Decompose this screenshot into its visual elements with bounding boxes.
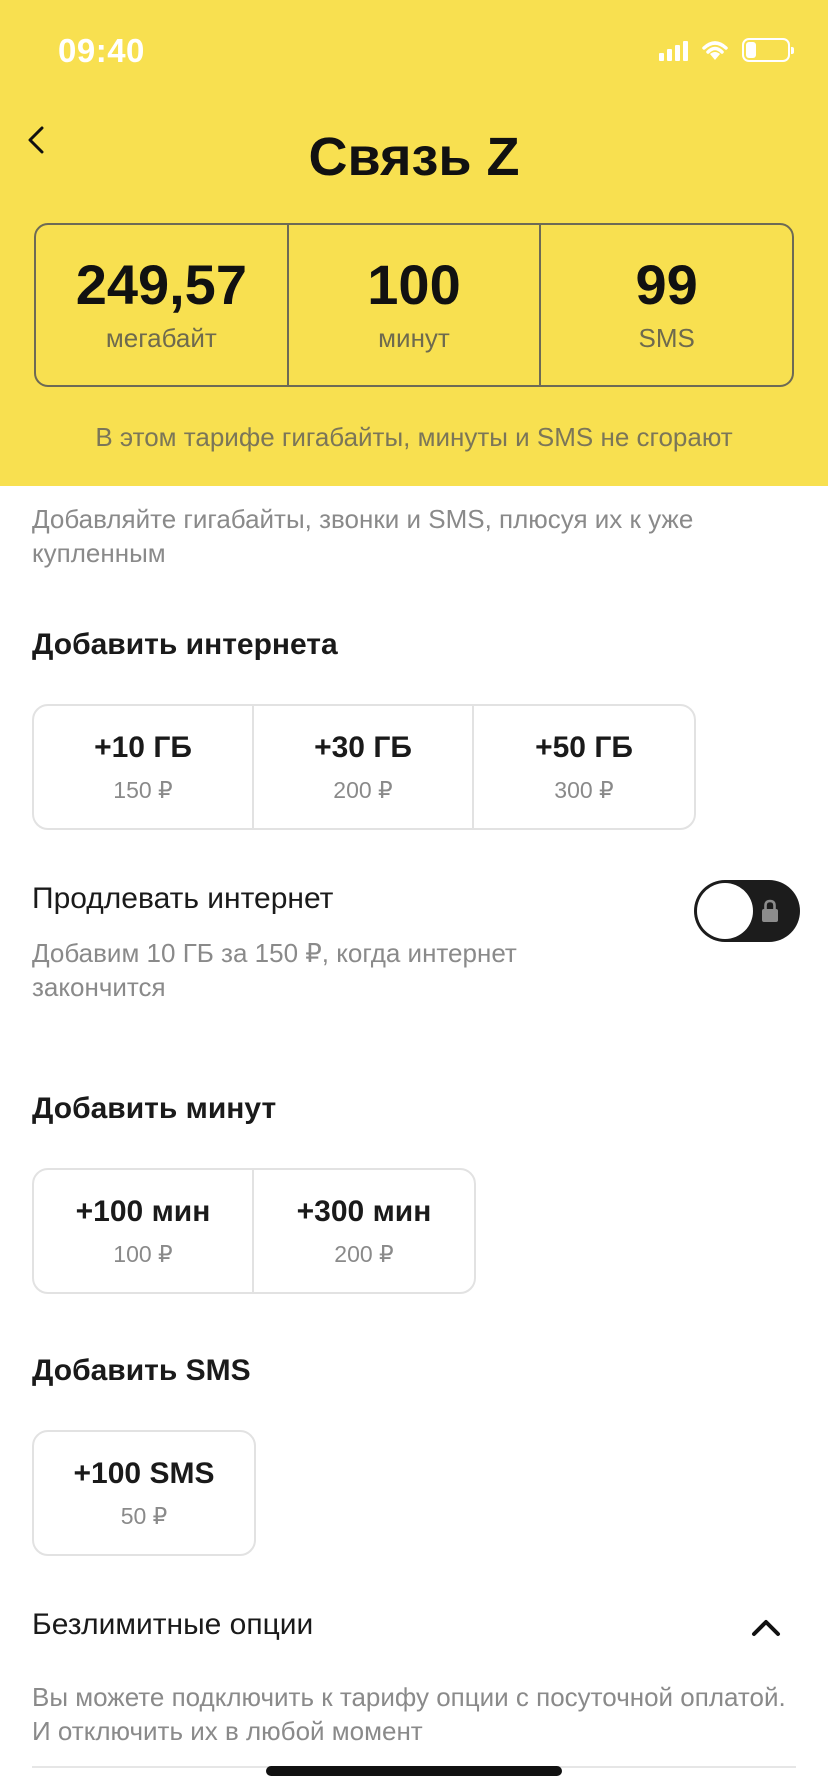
section-title-sms: Добавить SMS: [32, 1354, 251, 1387]
option-internet-10gb[interactable]: +10 ГБ 150 ₽: [34, 706, 254, 828]
section-title-internet: Добавить интернета: [32, 628, 338, 661]
balance-value: 100: [367, 252, 461, 316]
toggle-knob: [697, 883, 753, 939]
option-price: 300 ₽: [554, 776, 614, 803]
option-minutes-100[interactable]: +100 мин 100 ₽: [34, 1170, 254, 1292]
lock-icon: [762, 899, 778, 922]
option-minutes-300[interactable]: +300 мин 200 ₽: [254, 1170, 474, 1292]
balance-value: 99: [635, 252, 698, 316]
option-price: 200 ₽: [334, 1240, 394, 1267]
option-price: 150 ₽: [113, 776, 173, 803]
option-label: +100 SMS: [73, 1456, 215, 1490]
internet-options: +10 ГБ 150 ₽ +30 ГБ 200 ₽ +50 ГБ 300 ₽: [32, 704, 696, 830]
wifi-icon: [702, 41, 728, 60]
option-sms-100[interactable]: +100 SMS 50 ₽: [34, 1432, 254, 1554]
status-time: 09:40: [58, 32, 145, 69]
battery-icon: [742, 38, 794, 62]
status-icons: [659, 36, 794, 64]
balance-unit: SMS: [638, 322, 695, 353]
section-title-minutes: Добавить минут: [32, 1092, 277, 1125]
option-label: +10 ГБ: [94, 730, 192, 764]
home-indicator[interactable]: [266, 1766, 562, 1776]
chevron-up-icon[interactable]: [748, 1612, 784, 1642]
balance-unit: минут: [378, 322, 450, 353]
header-note: В этом тарифе гигабайты, минуты и SMS не…: [95, 422, 733, 452]
unlimited-options-description: Вы можете подключить к тарифу опции с по…: [32, 1682, 786, 1746]
option-price: 200 ₽: [333, 776, 393, 803]
header: 09:40 Связь Z 249,57 мегабайт 100 минут …: [0, 0, 828, 486]
option-price: 50 ₽: [120, 1502, 168, 1529]
balance-minutes: 100 минут: [289, 225, 542, 385]
minutes-options: +100 мин 100 ₽ +300 мин 200 ₽: [32, 1168, 476, 1294]
page-title: Связь Z: [308, 127, 520, 187]
option-label: +50 ГБ: [535, 730, 633, 764]
option-label: +30 ГБ: [314, 730, 412, 764]
option-price: 100 ₽: [113, 1240, 173, 1267]
balance-value: 249,57: [75, 252, 247, 316]
balances-panel: 249,57 мегабайт 100 минут 99 SMS: [34, 223, 794, 387]
renew-toggle[interactable]: [694, 880, 800, 942]
option-internet-30gb[interactable]: +30 ГБ 200 ₽: [254, 706, 474, 828]
option-label: +100 мин: [75, 1194, 211, 1228]
sms-options: +100 SMS 50 ₽: [32, 1430, 256, 1556]
option-label: +300 мин: [296, 1194, 432, 1228]
balance-unit: мегабайт: [105, 322, 217, 353]
renew-description: Добавим 10 ГБ за 150 ₽, когда интернет з…: [32, 938, 517, 1002]
renew-title: Продлевать интернет: [32, 882, 334, 915]
cellular-signal-icon: [659, 39, 688, 61]
intro-text: Добавляйте гигабайты, звонки и SMS, плюс…: [32, 504, 694, 568]
balance-sms: 99 SMS: [541, 225, 792, 385]
unlimited-options-title[interactable]: Безлимитные опции: [32, 1608, 313, 1642]
option-internet-50gb[interactable]: +50 ГБ 300 ₽: [474, 706, 694, 828]
balance-internet: 249,57 мегабайт: [36, 225, 289, 385]
